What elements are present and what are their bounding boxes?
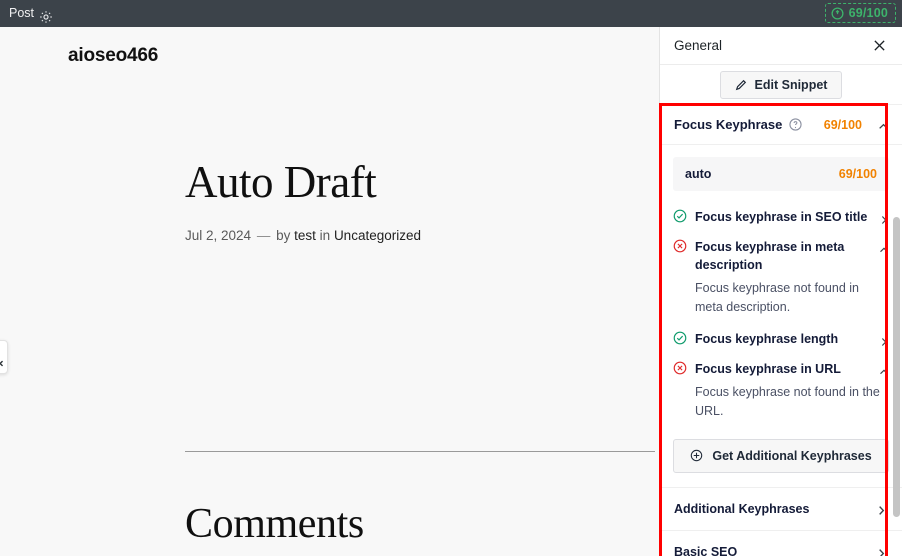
chevron-right-icon[interactable] <box>879 334 889 346</box>
sidebar-scrollbar-thumb[interactable] <box>893 217 900 517</box>
section-label: Basic SEO <box>674 544 738 556</box>
edit-snippet-button[interactable]: Edit Snippet <box>719 70 843 99</box>
get-additional-keyphrases-label: Get Additional Keyphrases <box>712 448 872 463</box>
admin-bar-post-item[interactable]: Post <box>9 0 53 27</box>
section-basic-seo[interactable]: Basic SEO <box>660 531 902 556</box>
seo-sidebar: General Edit Snippet Focus Keyphrase 69/… <box>659 27 902 556</box>
check-row[interactable]: Focus keyphrase in SEO title <box>673 203 889 231</box>
section-label: Additional Keyphrases <box>674 501 810 516</box>
post-category[interactable]: Uncategorized <box>334 228 421 243</box>
check-circle-icon <box>673 209 687 223</box>
focus-keyphrase-score: 69/100 <box>823 117 862 132</box>
gear-icon[interactable] <box>39 7 53 23</box>
panel-collapse-handle[interactable] <box>0 340 8 374</box>
check-row[interactable]: Focus keyphrase length <box>673 325 889 353</box>
sidebar-title: General <box>674 38 723 53</box>
chevron-up-icon[interactable] <box>879 364 889 375</box>
close-icon[interactable] <box>873 39 886 52</box>
post-title: Auto Draft <box>185 157 377 207</box>
check-item: Focus keyphrase in SEO title <box>673 203 889 231</box>
edit-snippet-row: Edit Snippet <box>660 65 902 105</box>
chevron-right-icon[interactable] <box>876 503 887 515</box>
check-label: Focus keyphrase in URL <box>695 362 841 376</box>
post-preview-content: aioseo466 Auto Draft Jul 2, 2024 — by te… <box>0 27 659 556</box>
x-circle-icon <box>673 239 687 253</box>
chevron-right-icon[interactable] <box>876 546 887 556</box>
plus-circle-icon <box>690 449 703 462</box>
keyphrase-name: auto <box>685 167 712 181</box>
check-label: Focus keyphrase in SEO title <box>695 210 868 224</box>
meta-by-label: by <box>276 228 291 244</box>
meta-in-label: in <box>319 228 331 244</box>
focus-keyphrase-title: Focus Keyphrase <box>674 117 783 132</box>
site-title[interactable]: aioseo466 <box>68 45 158 67</box>
help-circle-icon[interactable] <box>789 118 803 131</box>
keyphrase-score: 69/100 <box>838 167 877 181</box>
check-item: Focus keyphrase length <box>673 325 889 353</box>
check-row[interactable]: Focus keyphrase in URL <box>673 355 889 383</box>
check-detail: Focus keyphrase not found in meta descri… <box>695 281 859 315</box>
x-circle-icon <box>673 361 687 375</box>
keyphrase-check-list: Focus keyphrase in SEO title Focus keyph… <box>660 197 902 427</box>
get-additional-keyphrases-wrap: Get Additional Keyphrases <box>660 429 902 488</box>
meta-separator: — <box>256 228 271 244</box>
check-circle-icon <box>673 331 687 345</box>
chevron-right-icon[interactable] <box>879 212 889 224</box>
wp-admin-bar: Post 69/100 <box>0 0 902 27</box>
post-author[interactable]: test <box>294 228 316 243</box>
check-row[interactable]: Focus keyphrase in meta description <box>673 233 889 279</box>
pencil-icon <box>735 79 747 91</box>
admin-bar-seo-score-badge[interactable]: 69/100 <box>824 3 896 23</box>
focus-keyphrase-header[interactable]: Focus Keyphrase 69/100 <box>660 105 902 145</box>
focus-keyphrase-panel: Focus Keyphrase 69/100 auto 69/100 Focus… <box>660 105 902 488</box>
chevron-up-icon[interactable] <box>879 242 889 253</box>
edit-snippet-label: Edit Snippet <box>754 77 828 92</box>
keyphrase-row[interactable]: auto 69/100 <box>673 157 889 191</box>
section-additional-keyphrases[interactable]: Additional Keyphrases <box>660 488 902 531</box>
admin-bar-score-value: 69/100 <box>848 6 888 20</box>
seo-score-ring-icon <box>831 6 844 20</box>
post-date: Jul 2, 2024 <box>185 228 252 244</box>
app-root: Post 69/100 aioseo466 Auto Draft Jul 2, … <box>0 0 902 556</box>
check-label: Focus keyphrase in meta description <box>695 240 845 273</box>
content-divider <box>185 451 655 452</box>
check-item: Focus keyphrase in URL Focus keyphrase n… <box>673 355 889 427</box>
check-item: Focus keyphrase in meta description Focu… <box>673 233 889 323</box>
comments-heading: Comments <box>185 501 364 547</box>
admin-bar-post-label: Post <box>9 6 35 20</box>
chevron-up-icon[interactable] <box>878 119 889 130</box>
check-detail: Focus keyphrase not found in the URL. <box>695 385 880 418</box>
post-meta: Jul 2, 2024 — by test in Uncategorized <box>185 228 655 243</box>
article: Auto Draft Jul 2, 2024 — by test in Unca… <box>185 157 655 243</box>
chevron-left-icon <box>0 354 5 366</box>
sidebar-header: General <box>660 27 902 65</box>
check-label: Focus keyphrase length <box>695 331 839 346</box>
get-additional-keyphrases-button[interactable]: Get Additional Keyphrases <box>673 438 889 473</box>
